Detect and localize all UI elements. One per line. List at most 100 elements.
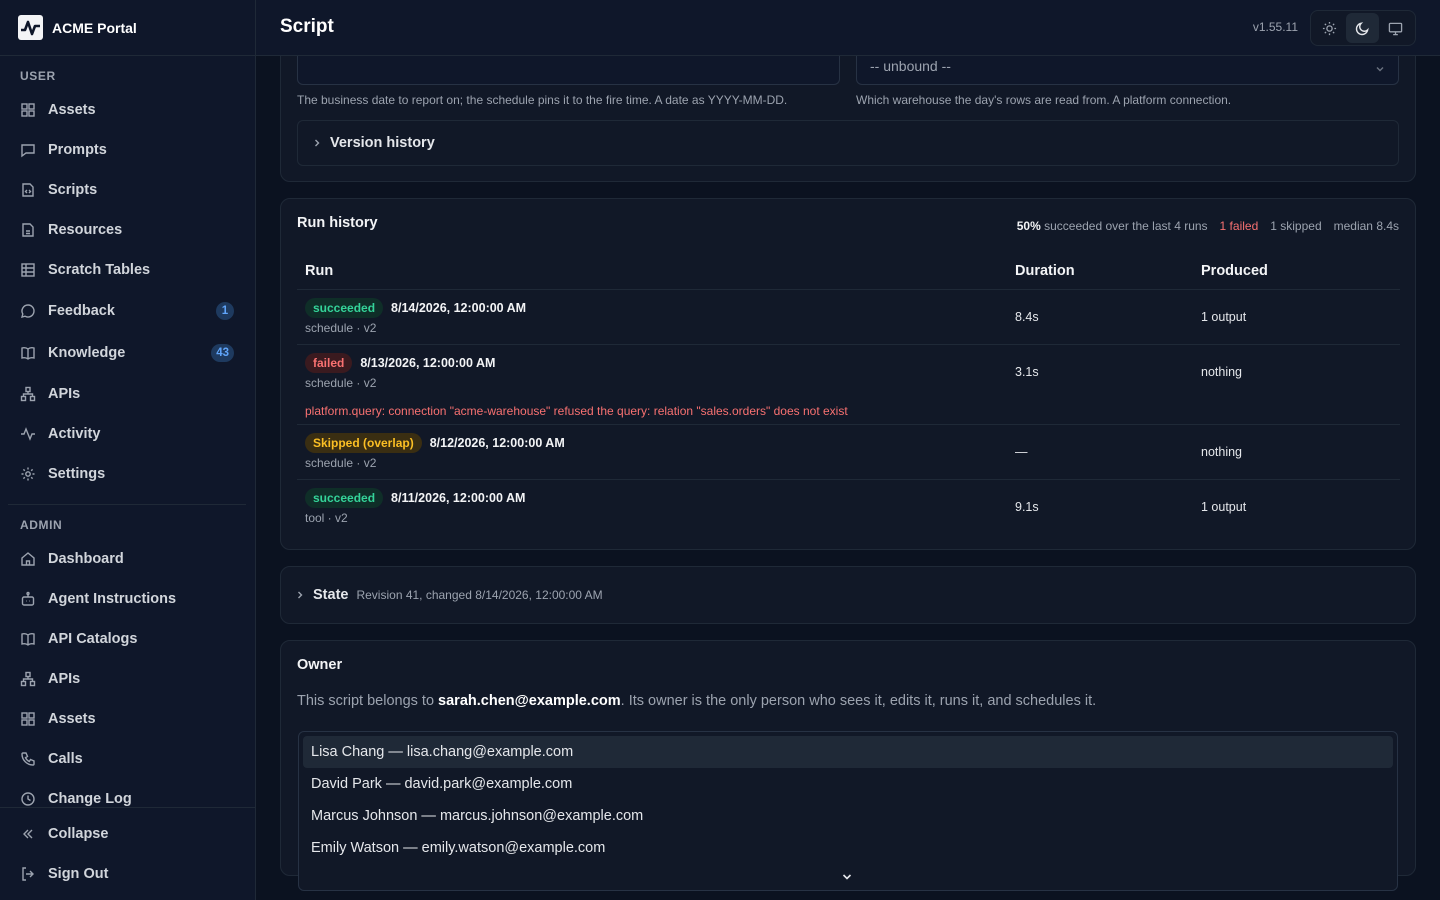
owner-option[interactable]: Emily Watson — emily.watson@example.com (303, 832, 1393, 864)
sidebar-item-label: APIs (48, 386, 81, 402)
state-revision: Revision 41, changed 8/14/2026, 12:00:00… (356, 588, 603, 602)
message-circle-icon (20, 303, 36, 319)
sidebar-item-agent-instructions[interactable]: Agent Instructions (8, 582, 248, 616)
table-row[interactable]: succeeded 8/11/2026, 12:00:00 AM tool · v… (297, 479, 1400, 534)
sidebar-item-resources[interactable]: Resources (8, 213, 248, 247)
scroll-down-chevron-icon[interactable] (840, 870, 854, 884)
sidebar-item-feedback[interactable]: Feedback 1 (8, 294, 248, 328)
parameters-card: -- unbound -- The business date to repor… (280, 56, 1416, 182)
sidebar-item-scratch-tables[interactable]: Scratch Tables (8, 253, 248, 287)
moon-icon (1355, 21, 1370, 36)
sidebar-item-prompts[interactable]: Prompts (8, 133, 248, 167)
system-theme-button[interactable] (1379, 13, 1412, 43)
owner-option[interactable]: Marcus Johnson — marcus.johnson@example.… (303, 800, 1393, 832)
log-out-icon (20, 866, 36, 882)
duration-cell: — (1007, 424, 1193, 480)
clock-icon (20, 791, 36, 807)
column-header-produced: Produced (1193, 253, 1400, 290)
status-badge: Skipped (overlap) (305, 433, 422, 453)
status-badge: succeeded (305, 488, 384, 509)
state-toggle[interactable]: State Revision 41, changed 8/14/2026, 12… (281, 572, 603, 618)
message-square-icon (20, 142, 36, 158)
state-card: State Revision 41, changed 8/14/2026, 12… (280, 566, 1416, 624)
book-icon (20, 345, 36, 361)
home-icon (20, 551, 36, 567)
version-history-toggle[interactable]: Version history (297, 120, 1399, 166)
state-title: State (313, 587, 349, 603)
light-theme-button[interactable] (1313, 13, 1346, 43)
brand[interactable]: ACME Portal (0, 0, 255, 56)
page-title: Script (280, 16, 334, 37)
sidebar-item-admin-assets[interactable]: Assets (8, 702, 248, 736)
sign-out-button[interactable]: Sign Out (8, 857, 248, 891)
chevron-down-icon (1374, 63, 1386, 75)
dark-theme-button[interactable] (1346, 13, 1379, 43)
sidebar-item-knowledge[interactable]: Knowledge 43 (8, 336, 248, 370)
sun-icon (1322, 21, 1337, 36)
sidebar-item-apis[interactable]: APIs (8, 377, 248, 411)
sidebar-item-label: Change Log (48, 791, 132, 807)
run-stats: 50% succeeded over the last 4 runs 1 fai… (1017, 219, 1399, 233)
chevron-right-icon (295, 590, 305, 600)
run-timestamp: 8/14/2026, 12:00:00 AM (391, 301, 527, 315)
run-trigger: tool · v2 (305, 511, 348, 526)
sidebar-item-admin-apis[interactable]: APIs (8, 662, 248, 696)
sidebar-item-label: Resources (48, 222, 123, 238)
run-trigger: schedule · v2 (305, 376, 377, 391)
acme-logo-icon (18, 15, 43, 40)
produced-cell: 1 output (1193, 289, 1400, 345)
activity-icon (20, 426, 36, 442)
business-date-help: The business date to report on; the sche… (297, 93, 788, 107)
sidebar-footer: Collapse Sign Out (0, 807, 255, 900)
sidebar-item-dashboard[interactable]: Dashboard (8, 542, 248, 576)
table-row[interactable]: failed 8/13/2026, 12:00:00 AM schedule · … (297, 344, 1400, 399)
run-timestamp: 8/12/2026, 12:00:00 AM (429, 436, 565, 450)
warehouse-help: Which warehouse the day's rows are read … (856, 93, 1232, 107)
sidebar-item-activity[interactable]: Activity (8, 417, 248, 451)
gear-icon (20, 466, 36, 482)
sidebar-item-api-catalogs[interactable]: API Catalogs (8, 622, 248, 656)
produced-cell: nothing (1201, 364, 1243, 379)
sidebar-item-label: Prompts (48, 142, 107, 158)
collapse-button[interactable]: Collapse (8, 817, 248, 851)
column-header-run: Run (297, 253, 1007, 290)
sidebar: ACME Portal USER Assets Prompts Scripts … (0, 0, 256, 900)
sidebar-item-label: Settings (48, 466, 106, 482)
sidebar-item-label: Scripts (48, 182, 98, 198)
failed-count: 1 failed (1219, 219, 1259, 233)
table-row[interactable]: Skipped (overlap) 8/12/2026, 12:00:00 AM … (297, 424, 1400, 480)
sidebar-item-calls[interactable]: Calls (8, 742, 248, 776)
monitor-icon (1388, 21, 1403, 36)
owner-option[interactable]: David Park — david.park@example.com (303, 768, 1393, 800)
sidebar-item-label: Knowledge (48, 345, 126, 361)
status-badge: failed (305, 353, 353, 374)
table-icon (20, 262, 36, 278)
warehouse-select[interactable]: -- unbound -- (856, 56, 1399, 85)
version-history-label: Version history (330, 135, 435, 151)
owner-select-dropdown[interactable]: Lisa Chang — lisa.chang@example.com Davi… (298, 731, 1398, 891)
sidebar-item-settings[interactable]: Settings (8, 457, 248, 491)
top-bar: Script v1.55.11 (256, 0, 1440, 56)
grid-icon (20, 711, 36, 727)
warehouse-select-value: -- unbound -- (870, 58, 951, 74)
sidebar-item-scripts[interactable]: Scripts (8, 173, 248, 207)
book-icon (20, 631, 36, 647)
error-row: platform.query: connection "acme-warehou… (297, 399, 1400, 425)
column-header-duration: Duration (1007, 253, 1193, 290)
grid-icon (20, 102, 36, 118)
sidebar-item-label: Agent Instructions (48, 591, 177, 607)
sidebar-item-assets[interactable]: Assets (8, 93, 248, 127)
run-trigger: schedule · v2 (305, 456, 377, 470)
table-row[interactable]: succeeded 8/14/2026, 12:00:00 AM schedule… (297, 289, 1400, 345)
app-version: v1.55.11 (1252, 20, 1298, 34)
sidebar-item-label: Activity (48, 426, 101, 442)
duration-cell: 9.1s (1015, 499, 1039, 514)
owner-option[interactable]: Lisa Chang — lisa.chang@example.com (303, 736, 1393, 768)
business-date-input[interactable] (297, 56, 840, 85)
run-timestamp: 8/11/2026, 12:00:00 AM (391, 491, 526, 506)
collapse-label: Collapse (48, 826, 109, 842)
run-timestamp: 8/13/2026, 12:00:00 AM (360, 356, 496, 371)
run-cell: Skipped (overlap) 8/12/2026, 12:00:00 AM … (297, 424, 1007, 480)
chevron-right-icon (312, 138, 322, 148)
run-history-table: Run Duration Produced succeeded 8/14/2026… (297, 253, 1400, 534)
